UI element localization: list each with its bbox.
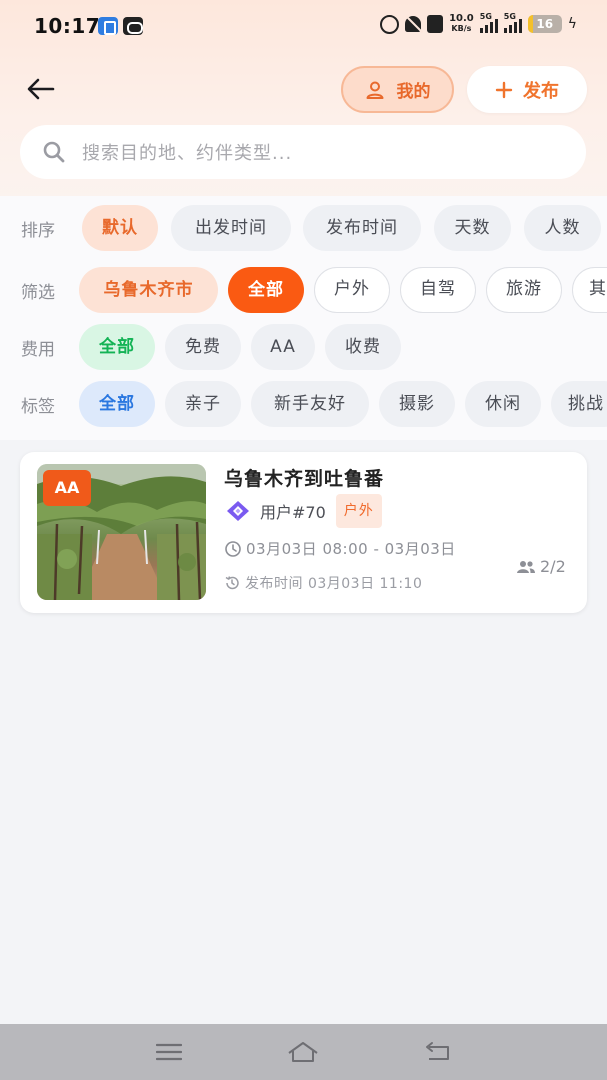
- fee-row: 费用 全部 免费 AA 收费: [0, 324, 607, 370]
- status-time: 10:17: [34, 14, 101, 38]
- home-icon: [288, 1042, 318, 1062]
- home-button[interactable]: [286, 1036, 320, 1068]
- tag-option-beginner[interactable]: 新手友好: [251, 381, 369, 427]
- search-input[interactable]: 搜索目的地、约伴类型...: [20, 125, 586, 179]
- alarm-icon: [380, 14, 400, 34]
- sim2-label: 5G: [503, 12, 516, 21]
- tag-option-photography[interactable]: 摄影: [379, 381, 455, 427]
- user-icon: [366, 81, 383, 99]
- mine-button[interactable]: 我的: [341, 66, 454, 113]
- tag-option-leisure[interactable]: 休闲: [465, 381, 541, 427]
- network-speed: 10.0 KB/s: [449, 14, 474, 34]
- city-selector[interactable]: 乌鲁木齐市: [79, 267, 218, 313]
- sort-option-departure[interactable]: 出发时间: [171, 205, 291, 251]
- filter-option-travel[interactable]: 旅游: [486, 267, 562, 313]
- category-tag: 户外: [335, 494, 382, 528]
- activity-thumbnail: AA: [37, 464, 206, 600]
- search-icon: [43, 141, 65, 163]
- mute-icon: [405, 16, 422, 32]
- system-nav-bar: [0, 1024, 607, 1080]
- plus-icon: [495, 81, 513, 98]
- tag-option-challenge[interactable]: 挑战: [551, 381, 607, 427]
- fee-option-aa[interactable]: AA: [251, 324, 315, 370]
- fee-option-free[interactable]: 免费: [165, 324, 241, 370]
- participants-count: 2/2: [516, 557, 566, 576]
- activity-time-row: 03月03日 08:00 - 03月03日: [224, 538, 456, 559]
- activity-title: 乌鲁木齐到吐鲁番: [224, 468, 385, 490]
- fee-option-paid[interactable]: 收费: [325, 324, 401, 370]
- history-icon: [225, 576, 239, 590]
- charging-icon: ϟ: [567, 16, 577, 32]
- status-bar: 10:17 10.0 KB/s 5G 5G 16 ϟ: [0, 0, 607, 52]
- battery-icon: 16: [527, 15, 562, 33]
- arrow-left-icon: [27, 78, 55, 100]
- published-row: 发布时间 03月03日 11:10: [224, 573, 422, 593]
- filter-option-selfdrive[interactable]: 自驾: [400, 267, 476, 313]
- menu-icon: [156, 1043, 182, 1061]
- clock-icon: [225, 540, 241, 557]
- filter-label: 筛选: [21, 283, 55, 303]
- sim1-label: 5G: [479, 12, 492, 21]
- organizer-name: 用户#70: [260, 503, 326, 522]
- sort-option-people[interactable]: 人数: [524, 205, 601, 251]
- tag-option-family[interactable]: 亲子: [165, 381, 241, 427]
- filter-panel: 排序 默认 出发时间 发布时间 天数 人数 筛选 乌鲁木齐市 全部 户外 自驾 …: [0, 196, 607, 440]
- filter-option-all[interactable]: 全部: [228, 267, 304, 313]
- tag-option-all[interactable]: 全部: [79, 381, 155, 427]
- id-card-icon: [427, 15, 444, 33]
- filter-option-other[interactable]: 其: [572, 267, 607, 313]
- sort-option-days[interactable]: 天数: [434, 205, 511, 251]
- menu-button[interactable]: [152, 1036, 186, 1068]
- signal-icon-2: 5G: [503, 12, 522, 33]
- user-avatar-icon: [227, 501, 249, 521]
- activity-time-range: 03月03日 08:00 - 03月03日: [246, 540, 456, 558]
- tags-row: 标签 全部 亲子 新手友好 摄影 休闲 挑战: [0, 381, 607, 427]
- fee-type-badge: AA: [43, 470, 91, 506]
- signal-icon: 5G: [479, 12, 498, 33]
- back-button[interactable]: [24, 72, 58, 106]
- mine-button-label: 我的: [396, 82, 431, 102]
- notification-app-icon-2: [123, 17, 143, 35]
- back-nav-button[interactable]: [421, 1036, 455, 1068]
- publish-button-label: 发布: [523, 80, 559, 102]
- sort-row: 排序 默认 出发时间 发布时间 天数 人数: [0, 205, 607, 251]
- fee-option-all[interactable]: 全部: [79, 324, 155, 370]
- notification-app-icon: [98, 17, 118, 35]
- battery-level: 16: [536, 17, 554, 31]
- network-speed-unit: KB/s: [451, 24, 472, 33]
- organizer-row: 用户#70 户外: [226, 494, 382, 528]
- published-time: 发布时间 03月03日 11:10: [245, 576, 423, 592]
- tags-label: 标签: [21, 397, 55, 417]
- sort-label: 排序: [21, 221, 55, 241]
- activity-card[interactable]: AA 乌鲁木齐到吐鲁番 用户#70 户外 03月03日 08:00 - 03月0…: [20, 452, 587, 613]
- sort-option-default[interactable]: 默认: [82, 205, 158, 251]
- publish-button[interactable]: 发布: [467, 66, 587, 113]
- network-speed-value: 10.0: [449, 13, 474, 24]
- back-icon: [426, 1042, 449, 1060]
- sort-option-published[interactable]: 发布时间: [303, 205, 421, 251]
- filter-option-outdoor[interactable]: 户外: [314, 267, 390, 313]
- search-placeholder: 搜索目的地、约伴类型...: [82, 143, 293, 164]
- participants-value: 2/2: [540, 557, 566, 576]
- fee-label: 费用: [21, 340, 55, 360]
- filter-row: 筛选 乌鲁木齐市 全部 户外 自驾 旅游 其: [0, 267, 607, 313]
- people-icon: [517, 560, 535, 573]
